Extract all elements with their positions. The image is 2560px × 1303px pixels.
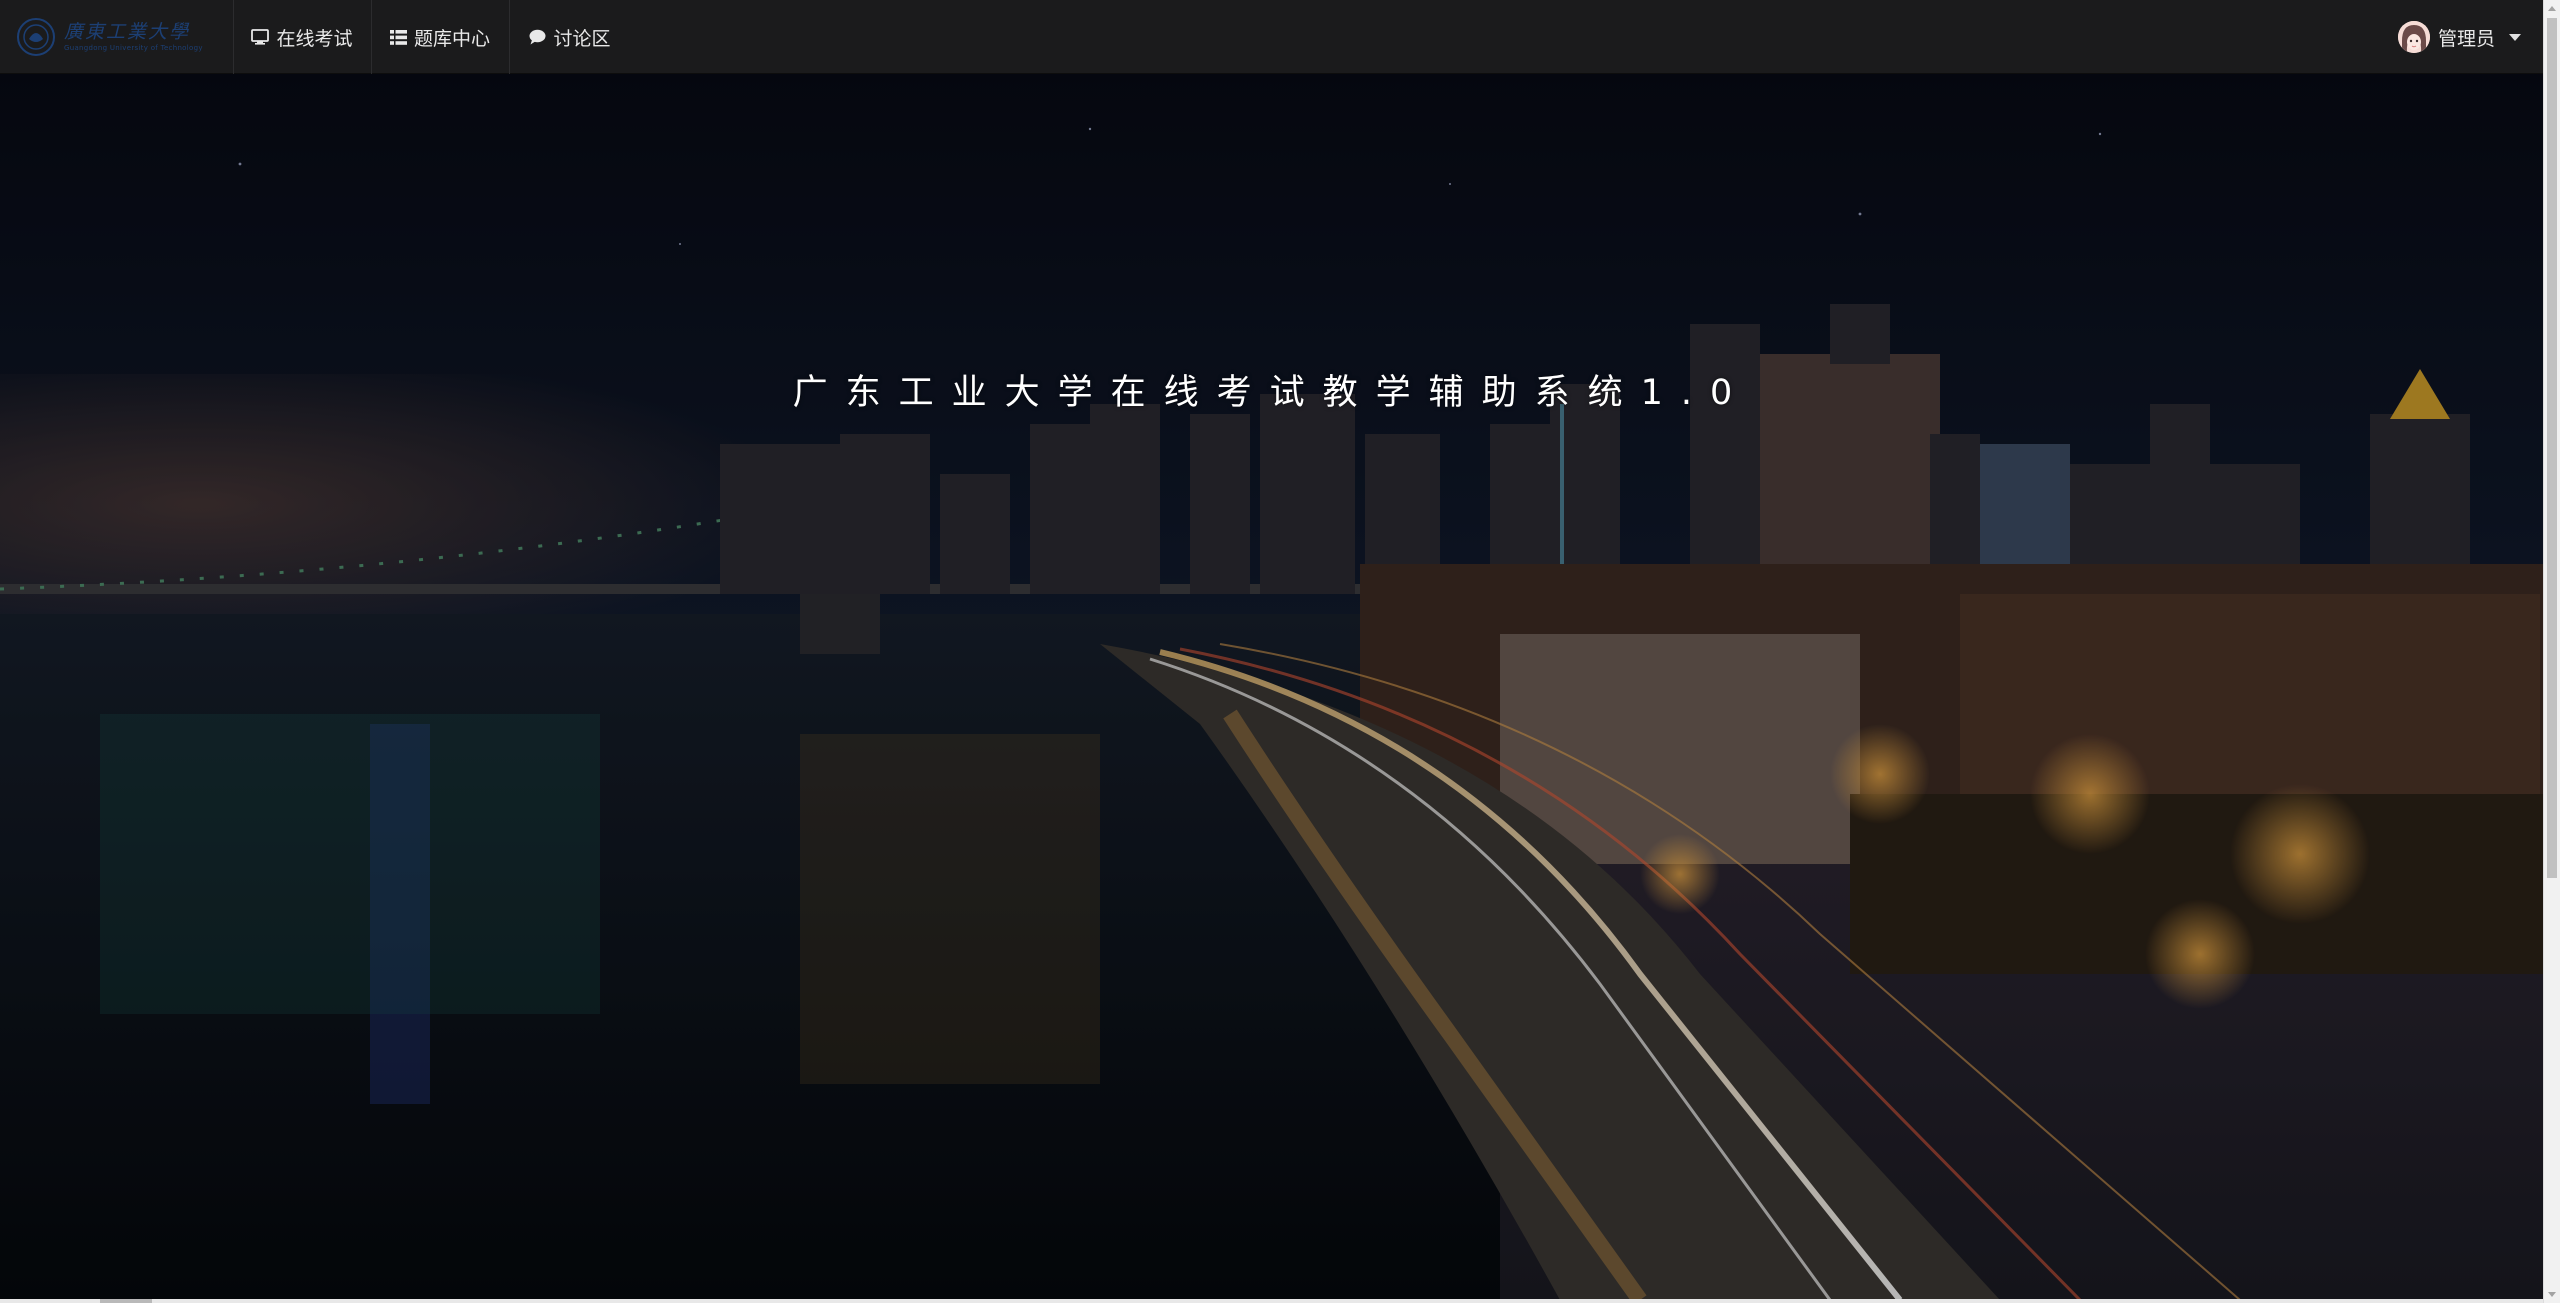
nav-question-bank-label: 题库中心 xyxy=(413,27,490,50)
comment-icon xyxy=(529,29,546,45)
night-city-skyline-image xyxy=(0,74,2543,1300)
vertical-scrollbar[interactable] xyxy=(2543,0,2560,1303)
hero-banner: 广东工业大学在线考试教学辅助系统1.0 xyxy=(0,74,2543,1300)
brand-logo[interactable]: 廣東工業大學 Guangdong University of Technolog… xyxy=(16,12,206,62)
nav-question-bank[interactable]: 题库中心 xyxy=(372,0,508,74)
scroll-down-arrow-icon[interactable] xyxy=(2548,1292,2556,1297)
nav-online-exam[interactable]: 在线考试 xyxy=(234,0,370,74)
avatar-icon xyxy=(2397,21,2430,53)
vertical-scrollbar-thumb[interactable] xyxy=(2547,18,2557,878)
horizontal-scrollbar-thumb[interactable] xyxy=(100,1299,152,1303)
nav-discussion[interactable]: 讨论区 xyxy=(510,0,630,74)
hero-title: 广东工业大学在线考试教学辅助系统1.0 xyxy=(792,373,1751,413)
page: 廣東工業大學 Guangdong University of Technolog… xyxy=(0,0,2560,1303)
desktop-icon xyxy=(251,29,270,45)
scroll-up-arrow-icon[interactable] xyxy=(2548,6,2556,11)
university-seal-icon xyxy=(17,18,55,56)
horizontal-scrollbar[interactable] xyxy=(0,1299,2543,1303)
list-icon xyxy=(389,29,407,45)
brand-name-cn: 廣東工業大學 xyxy=(64,21,191,43)
user-menu-dropdown[interactable]: 管理员 xyxy=(2397,0,2521,74)
nav-discussion-label: 讨论区 xyxy=(553,27,611,50)
caret-down-icon xyxy=(2509,33,2521,41)
user-name: 管理员 xyxy=(2437,27,2495,50)
nav-online-exam-label: 在线考试 xyxy=(276,27,353,50)
top-navbar: 廣東工業大學 Guangdong University of Technolog… xyxy=(0,0,2543,74)
brand-name-en: Guangdong University of Technology xyxy=(64,44,203,52)
